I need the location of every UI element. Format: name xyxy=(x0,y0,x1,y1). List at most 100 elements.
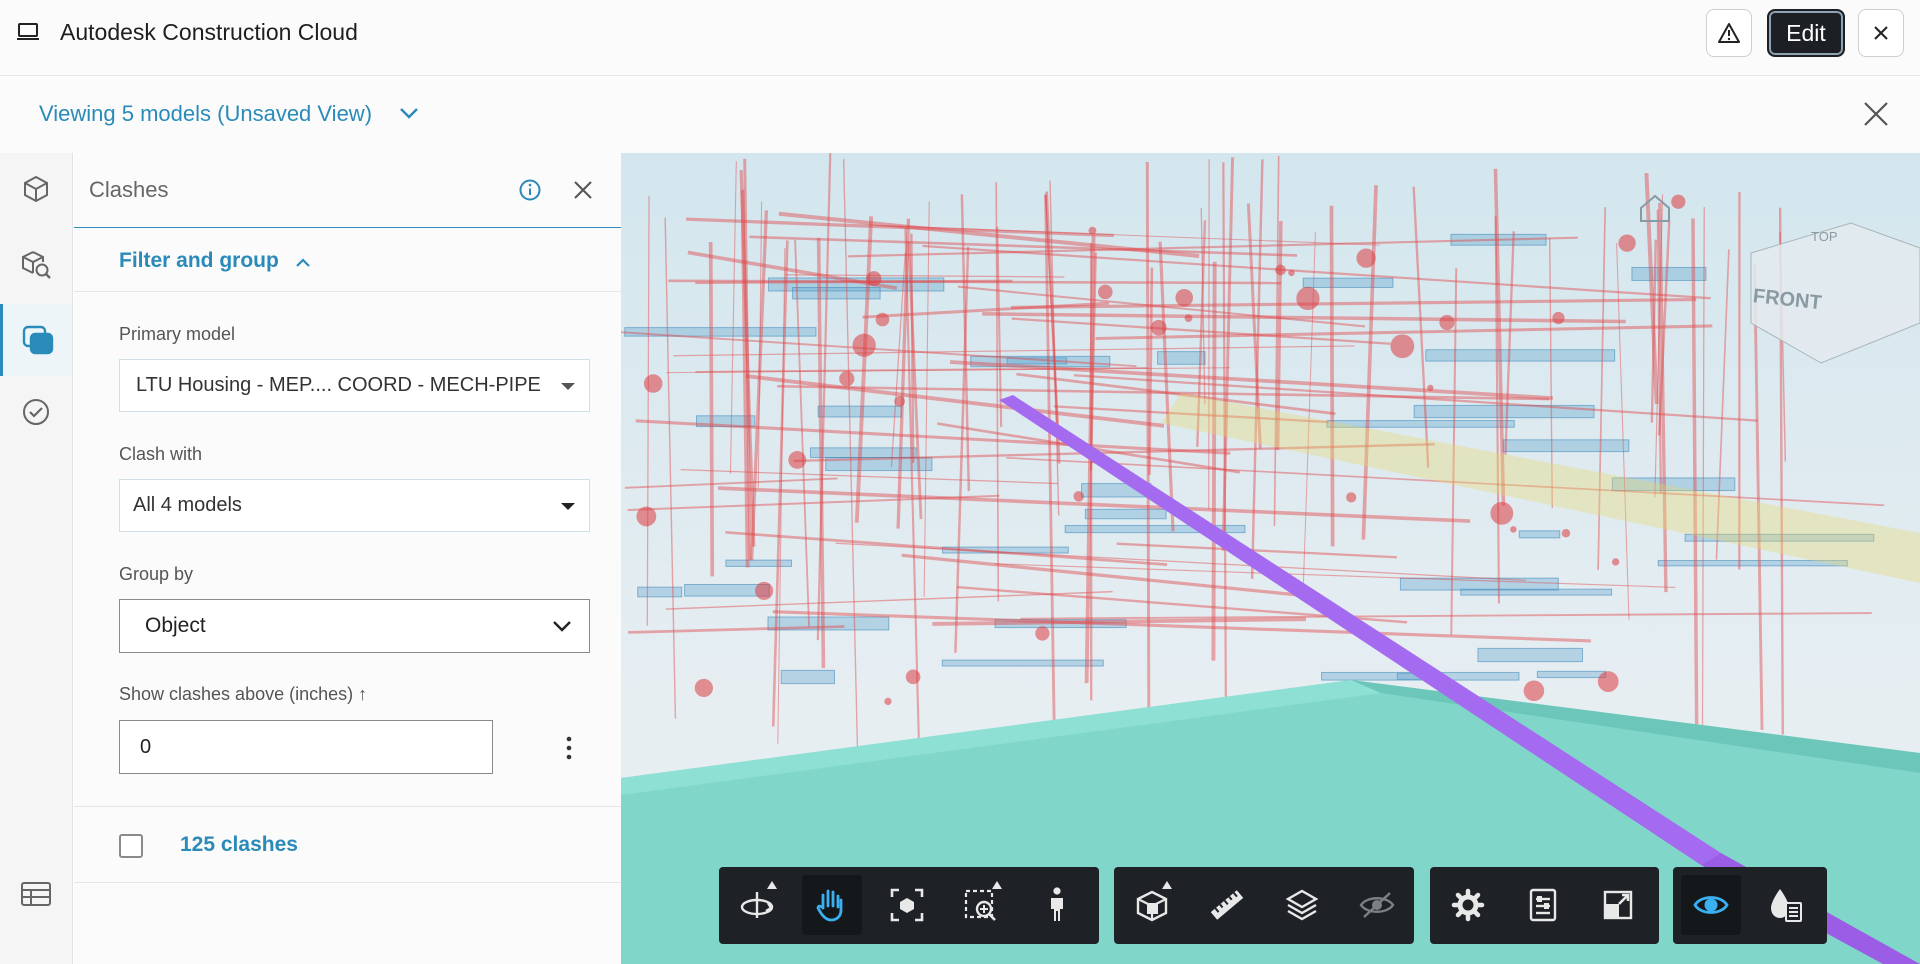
chevron-up-icon[interactable] xyxy=(294,256,312,268)
pipe-fitting xyxy=(875,312,890,327)
threshold-input[interactable]: 0 xyxy=(119,720,493,774)
pipe-fitting xyxy=(1510,526,1517,533)
rail-item-clashes[interactable] xyxy=(0,304,72,376)
flyout-indicator xyxy=(992,881,1002,889)
pipe-fitting xyxy=(1035,626,1050,641)
pipe-fitting xyxy=(839,371,855,387)
display-toolbar xyxy=(1673,867,1827,944)
select-all-checkbox[interactable] xyxy=(119,834,143,858)
pipe-fitting xyxy=(1597,671,1619,692)
pipe-fitting xyxy=(866,271,882,287)
color-code-button[interactable] xyxy=(1756,875,1816,935)
viewcube-top-label: TOP xyxy=(1811,229,1838,244)
section-divider xyxy=(74,291,621,292)
model-scene: FRONT TOP xyxy=(621,153,1920,964)
section-box-icon xyxy=(1136,890,1168,922)
ghosting-button[interactable] xyxy=(1681,875,1741,935)
measure-icon xyxy=(1210,890,1244,920)
hide-button[interactable] xyxy=(1347,875,1407,935)
pipe-fitting xyxy=(1561,529,1571,538)
section-box-button[interactable] xyxy=(1122,875,1182,935)
zoom-window-button[interactable] xyxy=(952,875,1012,935)
first-person-button[interactable] xyxy=(1027,875,1087,935)
flyout-indicator xyxy=(1162,881,1172,889)
chevron-down-icon[interactable] xyxy=(398,106,420,120)
duct-segment xyxy=(725,559,792,567)
pipe-fitting xyxy=(636,506,657,527)
warning-icon xyxy=(1718,23,1740,43)
dropdown-arrow-icon xyxy=(561,503,575,510)
group-by-label: Group by xyxy=(119,564,194,584)
pipe-fitting xyxy=(1275,264,1286,276)
pipe-fitting xyxy=(643,374,663,393)
properties-icon xyxy=(1529,888,1557,922)
duct-segment xyxy=(817,405,903,418)
pipe-fitting xyxy=(1098,284,1113,300)
pipe-fitting xyxy=(1150,319,1167,336)
pipe-segment xyxy=(708,241,715,577)
duct-segment xyxy=(1518,530,1561,539)
clash-count-link[interactable]: 125 clashes xyxy=(180,833,298,857)
settings-toolbar xyxy=(1430,867,1659,944)
pipe-segment xyxy=(1211,261,1217,661)
duct-segment xyxy=(637,586,683,598)
rail-item-checklist[interactable] xyxy=(0,380,72,444)
duct-segment xyxy=(1536,670,1607,679)
divider xyxy=(74,882,621,883)
layers-icon xyxy=(1285,889,1319,921)
clashes-panel: Clashes Filter and group Primary model L… xyxy=(74,153,621,964)
title-bar: Autodesk Construction Cloud Edit xyxy=(0,0,1920,76)
primary-model-select[interactable]: LTU Housing - MEP.... COORD - MECH-PIPE xyxy=(119,359,590,412)
close-app-button[interactable] xyxy=(1858,9,1904,57)
first-person-icon xyxy=(1051,887,1063,921)
left-rail xyxy=(0,153,73,964)
rail-item-models[interactable] xyxy=(0,157,72,221)
pipe-fitting xyxy=(1618,234,1636,252)
close-icon xyxy=(1874,26,1888,40)
settings-icon xyxy=(1451,888,1485,922)
panel-header-divider xyxy=(74,227,621,228)
navigation-toolbar xyxy=(719,867,1099,944)
pipe-fitting xyxy=(1346,492,1357,503)
more-options-icon[interactable] xyxy=(565,736,573,760)
filter-group-toggle[interactable]: Filter and group xyxy=(119,249,279,273)
fullscreen-button[interactable] xyxy=(1588,875,1648,935)
pipe-fitting xyxy=(788,451,807,469)
zoom-window-icon xyxy=(964,889,996,921)
properties-button[interactable] xyxy=(1513,875,1573,935)
duct-segment xyxy=(1477,647,1583,663)
edit-button[interactable]: Edit xyxy=(1767,9,1845,57)
issues-button[interactable] xyxy=(1706,9,1752,57)
rail-item-search[interactable] xyxy=(0,233,72,297)
threshold-label: Show clashes above (inches) ↑ xyxy=(119,684,368,704)
info-icon[interactable] xyxy=(518,178,542,202)
pipe-fitting xyxy=(1288,269,1295,277)
flyout-indicator xyxy=(767,881,777,889)
pipe-fitting xyxy=(1088,226,1097,235)
view-selector[interactable]: Viewing 5 models (Unsaved View) xyxy=(39,101,372,127)
close-panel-icon[interactable] xyxy=(572,179,594,201)
settings-button[interactable] xyxy=(1438,875,1498,935)
laptop-icon xyxy=(17,23,39,40)
group-by-select[interactable]: Object xyxy=(119,599,590,653)
pipe-fitting xyxy=(1552,311,1565,325)
clash-with-value: All 4 models xyxy=(133,494,242,516)
pipe-fitting xyxy=(1390,334,1415,359)
pipe-fitting xyxy=(1611,558,1620,566)
rail-item-table[interactable] xyxy=(0,862,72,926)
clash-with-select[interactable]: All 4 models xyxy=(119,479,590,532)
fit-view-button[interactable] xyxy=(877,875,937,935)
pan-button[interactable] xyxy=(802,875,862,935)
pipe-fitting xyxy=(894,396,905,407)
panel-title: Clashes xyxy=(89,177,169,202)
clashes-icon xyxy=(22,325,53,355)
duct-segment xyxy=(1399,577,1559,591)
primary-model-value: LTU Housing - MEP.... COORD - MECH-PIPE xyxy=(136,374,541,396)
orbit-button[interactable] xyxy=(727,875,787,935)
pipe-fitting xyxy=(1073,491,1084,502)
layers-button[interactable] xyxy=(1272,875,1332,935)
measure-button[interactable] xyxy=(1197,875,1257,935)
clash-with-label: Clash with xyxy=(119,444,203,464)
model-viewport[interactable]: FRONT TOP xyxy=(621,153,1920,964)
close-view-icon[interactable] xyxy=(1862,100,1890,128)
